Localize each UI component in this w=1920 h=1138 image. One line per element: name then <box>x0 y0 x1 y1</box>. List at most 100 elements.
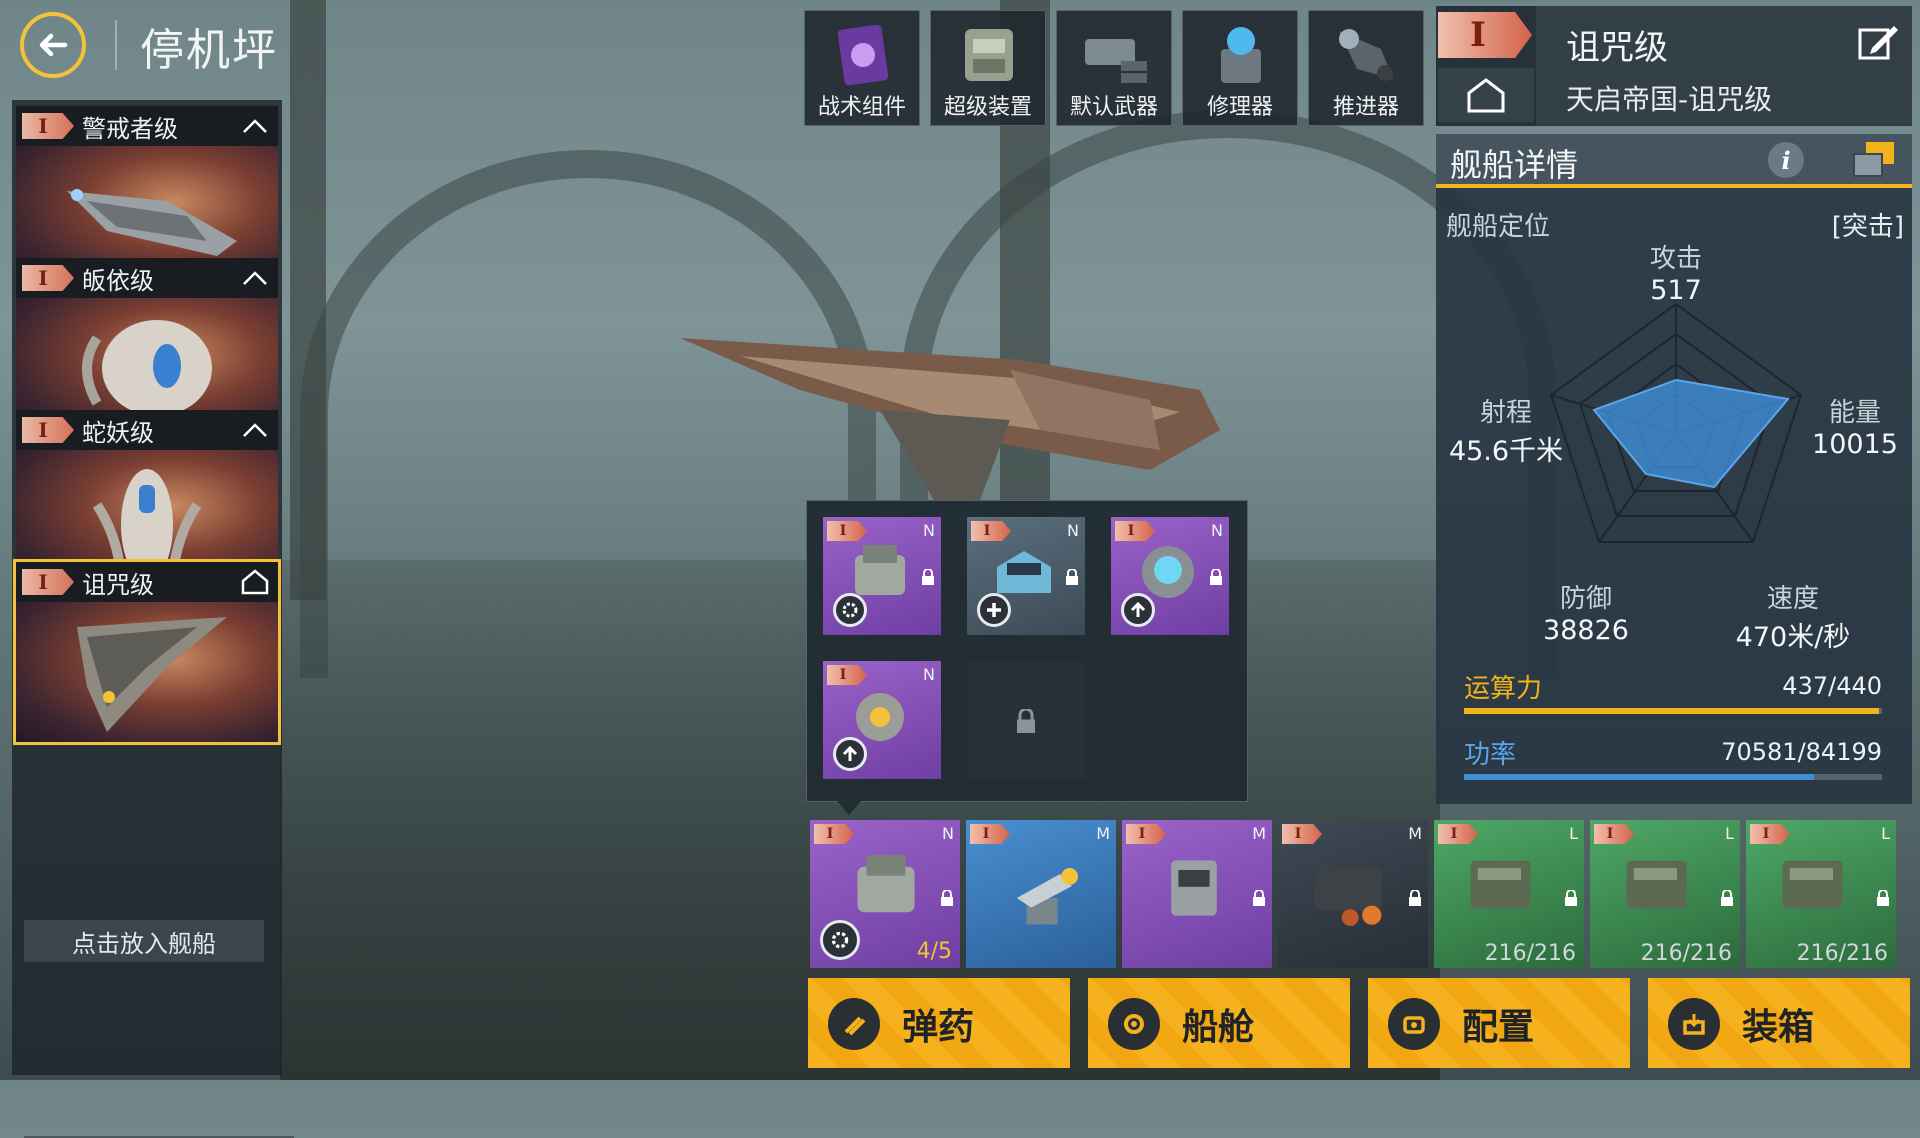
tier-badge: I <box>1750 824 1790 844</box>
module-slot[interactable]: I N <box>823 661 941 779</box>
ship-card-curse[interactable]: I 诅咒级 <box>13 559 281 745</box>
stat-range: 射程 45.6千米 <box>1436 392 1576 468</box>
lock-icon <box>941 890 953 906</box>
equipment-slot[interactable]: I M <box>966 820 1116 968</box>
config-button[interactable]: 配置 <box>1368 978 1630 1068</box>
equipment-slot[interactable]: I L 216/216 <box>1746 820 1896 968</box>
lock-icon <box>1253 890 1265 906</box>
stat-defense: 防御 38826 <box>1526 578 1646 646</box>
stat-value: 10015 <box>1812 429 1898 460</box>
cabin-button[interactable]: 船舱 <box>1088 978 1350 1068</box>
plus-icon[interactable] <box>977 593 1011 627</box>
tier-badge: I <box>22 417 74 443</box>
stat-speed: 速度 470米/秒 <box>1718 578 1868 654</box>
slot-size: M <box>1096 824 1110 843</box>
tab-default-weapon[interactable]: 默认武器 <box>1056 10 1172 126</box>
collapse-icon[interactable] <box>240 263 270 293</box>
role-value: [突击] <box>1831 212 1904 242</box>
module-slot[interactable]: I N <box>823 517 941 635</box>
gear-icon[interactable] <box>820 920 860 960</box>
back-button[interactable] <box>20 12 86 78</box>
tier-badge: I <box>1438 12 1532 58</box>
tab-tactical-component[interactable]: 战术组件 <box>804 10 920 126</box>
stat-label: 能量 <box>1828 398 1881 428</box>
stat-label: 射程 <box>1479 398 1532 428</box>
ship-preview[interactable] <box>680 320 1240 520</box>
info-icon[interactable]: i <box>1768 142 1804 178</box>
stat-label: 攻击 <box>1649 244 1702 274</box>
missile-pod-icon <box>1626 860 1687 909</box>
panel-toggle-icon[interactable] <box>1852 140 1896 180</box>
compute-value: 437/440 <box>1782 672 1882 700</box>
tier-badge: I <box>1282 824 1322 844</box>
tab-thruster[interactable]: 推进器 <box>1308 10 1424 126</box>
slot-size: N <box>923 521 935 540</box>
home-icon[interactable] <box>240 567 270 597</box>
equipment-slot[interactable]: I N 4/5 <box>810 820 960 968</box>
slot-count: 4/5 <box>916 939 952 964</box>
compute-bar <box>1464 708 1882 714</box>
put-ship-button[interactable]: 点击放入舰船 <box>24 920 264 962</box>
tier-badge: I <box>22 265 74 291</box>
armor-module-icon <box>857 855 915 913</box>
super-device-icon <box>965 29 1013 81</box>
ammo-count: 216/216 <box>1484 941 1576 966</box>
tab-repairer[interactable]: 修理器 <box>1182 10 1298 126</box>
ship-card-header: I 皈依级 <box>16 258 278 298</box>
ammo-count: 216/216 <box>1796 941 1888 966</box>
lock-icon <box>1210 569 1222 585</box>
tier-badge: I <box>1594 824 1634 844</box>
packing-icon <box>1668 998 1720 1050</box>
equipment-slot[interactable]: I L 216/216 <box>1590 820 1740 968</box>
slot-size: N <box>1067 521 1079 540</box>
ship-name: 警戒者级 <box>82 114 178 143</box>
config-icon <box>1388 998 1440 1050</box>
home-icon <box>1467 78 1505 113</box>
upgrade-arrow-icon[interactable] <box>833 737 867 771</box>
ship-silhouette-icon <box>77 617 227 732</box>
module-slot[interactable]: I N <box>967 517 1085 635</box>
ship-title-panel: I 诅咒级 天启帝国-诅咒级 <box>1436 6 1912 126</box>
ship-list: I 警戒者级 I 皈依级 I 蛇妖级 I 诅咒级 点击放入舰船 <box>12 100 294 1138</box>
equipment-slot[interactable]: I L 216/216 <box>1434 820 1584 968</box>
power-label: 功率 <box>1464 740 1517 770</box>
tier-badge: I <box>22 569 74 595</box>
ship-name: 蛇妖级 <box>82 418 154 447</box>
stat-attack: 攻击 517 <box>1616 238 1736 306</box>
ship-silhouette-icon <box>67 189 237 256</box>
collapse-icon[interactable] <box>240 415 270 445</box>
collapse-icon[interactable] <box>240 111 270 141</box>
page-title: 停机坪 <box>140 25 278 76</box>
upgrade-arrow-icon[interactable] <box>1121 593 1155 627</box>
ammo-icon <box>828 998 880 1050</box>
packing-button[interactable]: 装箱 <box>1648 978 1910 1068</box>
module-slot[interactable]: I N <box>1111 517 1229 635</box>
edit-icon[interactable] <box>1856 20 1900 64</box>
ship-name: 诅咒级 <box>82 570 154 599</box>
ship-details-panel: 舰船详情 i 舰船定位 [突击] 攻击 517 射程 45.6千米 能量 100 <box>1436 134 1912 804</box>
button-label: 弹药 <box>902 1007 975 1048</box>
tab-label: 推进器 <box>1332 95 1399 120</box>
tier-badge: I <box>814 824 854 844</box>
missile-pod-icon <box>1782 860 1843 909</box>
ship-title-main: 诅咒级 天启帝国-诅咒级 <box>1536 6 1912 126</box>
home-button[interactable] <box>1438 68 1534 122</box>
equipment-slot[interactable]: I M <box>1122 820 1272 968</box>
slot-size: L <box>1881 824 1890 843</box>
lock-icon <box>922 569 934 585</box>
launcher-weapon-icon <box>1171 860 1217 916</box>
ammo-button[interactable]: 弹药 <box>808 978 1070 1068</box>
tier-badge: I <box>22 113 74 139</box>
repairer-icon <box>1221 27 1261 83</box>
gear-icon[interactable] <box>833 593 867 627</box>
tab-label: 默认武器 <box>1069 95 1158 120</box>
equipment-slot[interactable]: I M <box>1278 820 1428 968</box>
slot-size: N <box>923 665 935 684</box>
tier-badge: I <box>1438 824 1478 844</box>
tab-super-device[interactable]: 超级装置 <box>930 10 1046 126</box>
default-weapon-icon <box>1085 39 1147 83</box>
module-popup: I N I N I N I N <box>806 500 1248 815</box>
ship-name: 皈依级 <box>82 266 154 295</box>
slot-size: M <box>1252 824 1266 843</box>
ship-full-name: 天启帝国-诅咒级 <box>1566 83 1773 116</box>
